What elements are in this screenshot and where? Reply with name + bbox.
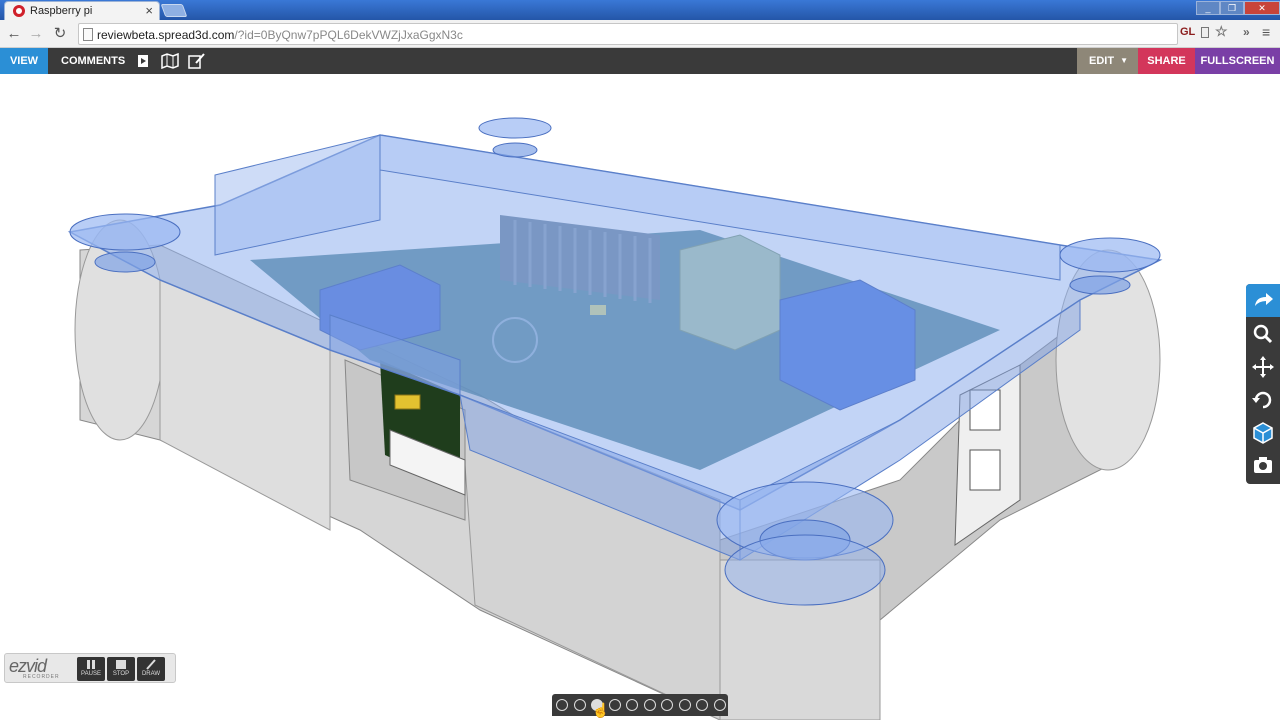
comments-tab[interactable]: COMMENTS [61,48,125,74]
pause-icon [87,660,95,669]
new-tab-button[interactable] [160,4,188,17]
ezvid-logo-sub: RECORDER [23,674,60,680]
address-bar[interactable]: reviewbeta.spread3d.com/?id=0ByQnw7pPQL6… [78,23,1178,45]
pagination-dot[interactable] [573,699,586,711]
fullscreen-button[interactable]: FULLSCREEN [1195,48,1280,74]
raspberry-pi-case-model[interactable] [0,74,1280,720]
zoom-icon[interactable] [1246,317,1280,350]
pause-button[interactable]: PAUSE [77,657,105,681]
restore-icon[interactable]: ❐ [1220,1,1244,15]
share-button[interactable]: SHARE [1138,48,1195,74]
edit-menu-button[interactable]: EDIT ▼ [1077,48,1138,74]
view-pagination [552,694,728,716]
browser-toolbar: ← → ↻ reviewbeta.spread3d.com/?id=0ByQnw… [0,20,1280,48]
slideshow-icon[interactable] [134,53,152,69]
pagination-dot[interactable] [643,699,656,711]
edit-note-icon[interactable] [188,53,206,69]
stop-label: STOP [112,671,130,677]
pagination-dot[interactable] [713,699,726,711]
tab-title: Raspberry pi [30,5,93,17]
pagination-dot[interactable] [608,699,621,711]
gl-extension-icon[interactable]: GL [1180,26,1195,38]
url-host: reviewbeta.spread3d.com [97,28,235,42]
opera-favicon-icon [13,5,25,17]
edit-label: EDIT [1089,55,1115,67]
view-tab[interactable]: VIEW [0,48,48,74]
pencil-icon [146,659,156,670]
bookmark-star-icon[interactable]: ☆ [1215,23,1228,40]
more-extensions-icon[interactable]: » [1243,25,1250,39]
chevron-down-icon: ▼ [1120,56,1128,65]
url-text: reviewbeta.spread3d.com/?id=0ByQnw7pPQL6… [97,28,463,42]
viewer-tools-panel [1246,284,1280,484]
pagination-dot[interactable] [696,699,708,711]
pagination-dot[interactable] [556,699,568,711]
cube-icon[interactable] [1246,416,1280,449]
3d-viewport[interactable] [0,74,1280,720]
window-close-icon[interactable]: ✕ [1244,1,1280,15]
draw-button[interactable]: DRAW [137,657,165,681]
share-arrow-icon[interactable] [1246,284,1280,317]
browser-tab[interactable]: Raspberry pi × [4,1,160,20]
camera-icon[interactable] [1246,449,1280,482]
pagination-dot[interactable] [678,699,691,711]
app-toolbar: VIEW COMMENTS EDIT ▼ SHARE FULLSCREEN [0,48,1280,74]
pagination-dot[interactable] [661,699,673,711]
ezvid-recorder-widget: ezvid RECORDER PAUSE STOP DRAW [4,653,176,683]
browser-tab-strip: Raspberry pi × _ ❐ ✕ [0,0,1280,20]
page-icon [83,28,93,41]
browser-menu-icon[interactable]: ≡ [1262,24,1270,40]
tab-close-icon[interactable]: × [145,3,153,19]
rotate-icon[interactable] [1246,383,1280,416]
pan-icon[interactable] [1246,350,1280,383]
reload-icon[interactable]: ↻ [51,25,69,43]
pagination-dot[interactable] [626,699,638,711]
stop-button[interactable]: STOP [107,657,135,681]
doc-extension-icon[interactable] [1201,27,1209,38]
forward-icon[interactable]: → [27,25,45,43]
stop-icon [116,660,126,669]
back-icon[interactable]: ← [5,25,23,43]
mouse-cursor-icon: ☝ [592,702,610,718]
pause-label: PAUSE [81,671,101,677]
minimize-icon[interactable]: _ [1196,1,1220,15]
map-icon[interactable] [161,53,179,69]
url-path: /?id=0ByQnw7pPQL6DekVWZjJxaGgxN3c [234,28,463,42]
draw-label: DRAW [141,671,161,677]
